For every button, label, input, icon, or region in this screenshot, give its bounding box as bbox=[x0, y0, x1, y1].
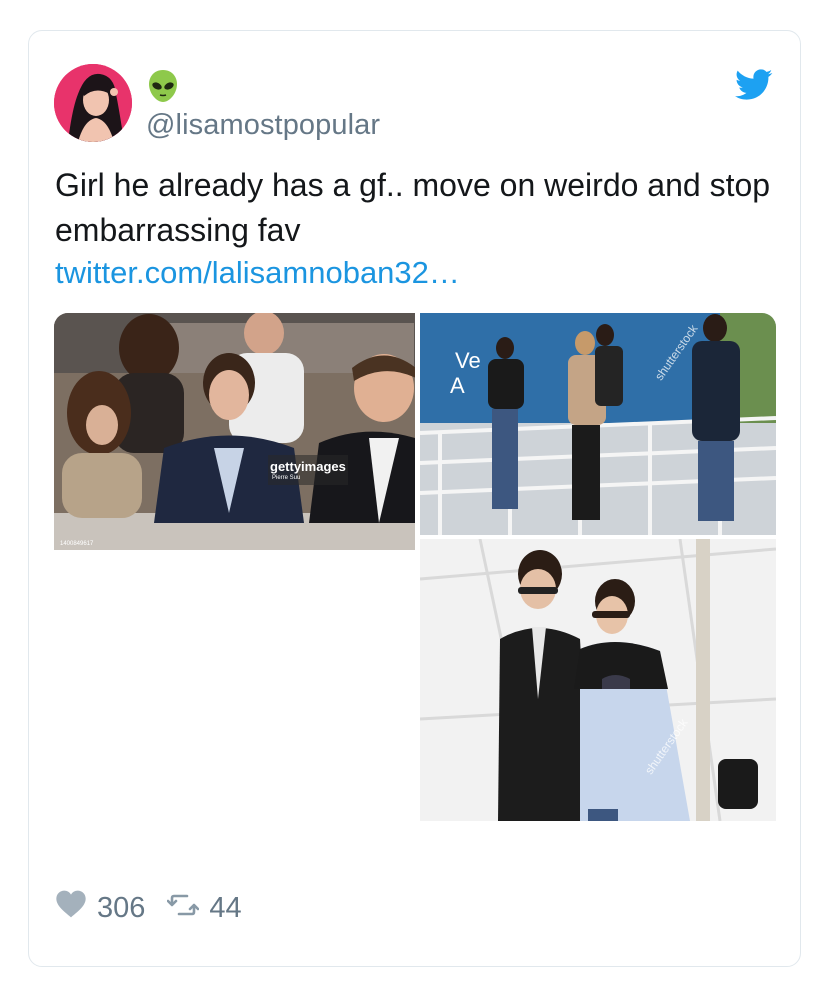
display-name-emoji bbox=[147, 68, 179, 112]
alien-icon bbox=[149, 70, 177, 102]
retweet-count: 44 bbox=[209, 891, 242, 924]
photo-id: 1400849617 bbox=[60, 541, 94, 547]
getty-watermark: gettyimages bbox=[270, 459, 346, 474]
tweet-link[interactable]: twitter.com/lalisamnoban32… bbox=[55, 253, 460, 293]
like-count: 306 bbox=[97, 891, 146, 924]
photo-boardwalk[interactable]: Ve A shutterstock bbox=[420, 313, 776, 535]
svg-text:Ve: Ve bbox=[455, 348, 481, 373]
heart-icon[interactable] bbox=[55, 889, 87, 927]
tweet-text: Girl he already has a gf.. move on weird… bbox=[55, 167, 771, 248]
photo-stadium-crowd[interactable]: gettyimages Pierre Suu 1400849617 bbox=[54, 313, 415, 550]
tweet-actions: 306 44 bbox=[55, 889, 242, 927]
media-grid: gettyimages Pierre Suu 1400849617 Ve A s… bbox=[54, 313, 776, 821]
tweet-card[interactable]: @lisamostpopular Girl he already has a g… bbox=[28, 30, 801, 967]
twitter-bird-icon[interactable] bbox=[735, 69, 773, 101]
photo-credit: Pierre Suu bbox=[272, 475, 301, 481]
avatar[interactable] bbox=[54, 64, 132, 142]
photo-airport-couple[interactable]: shutterstock bbox=[420, 539, 776, 821]
user-handle[interactable]: @lisamostpopular bbox=[146, 109, 380, 142]
retweet-icon[interactable] bbox=[167, 892, 200, 925]
svg-text:A: A bbox=[450, 373, 465, 398]
